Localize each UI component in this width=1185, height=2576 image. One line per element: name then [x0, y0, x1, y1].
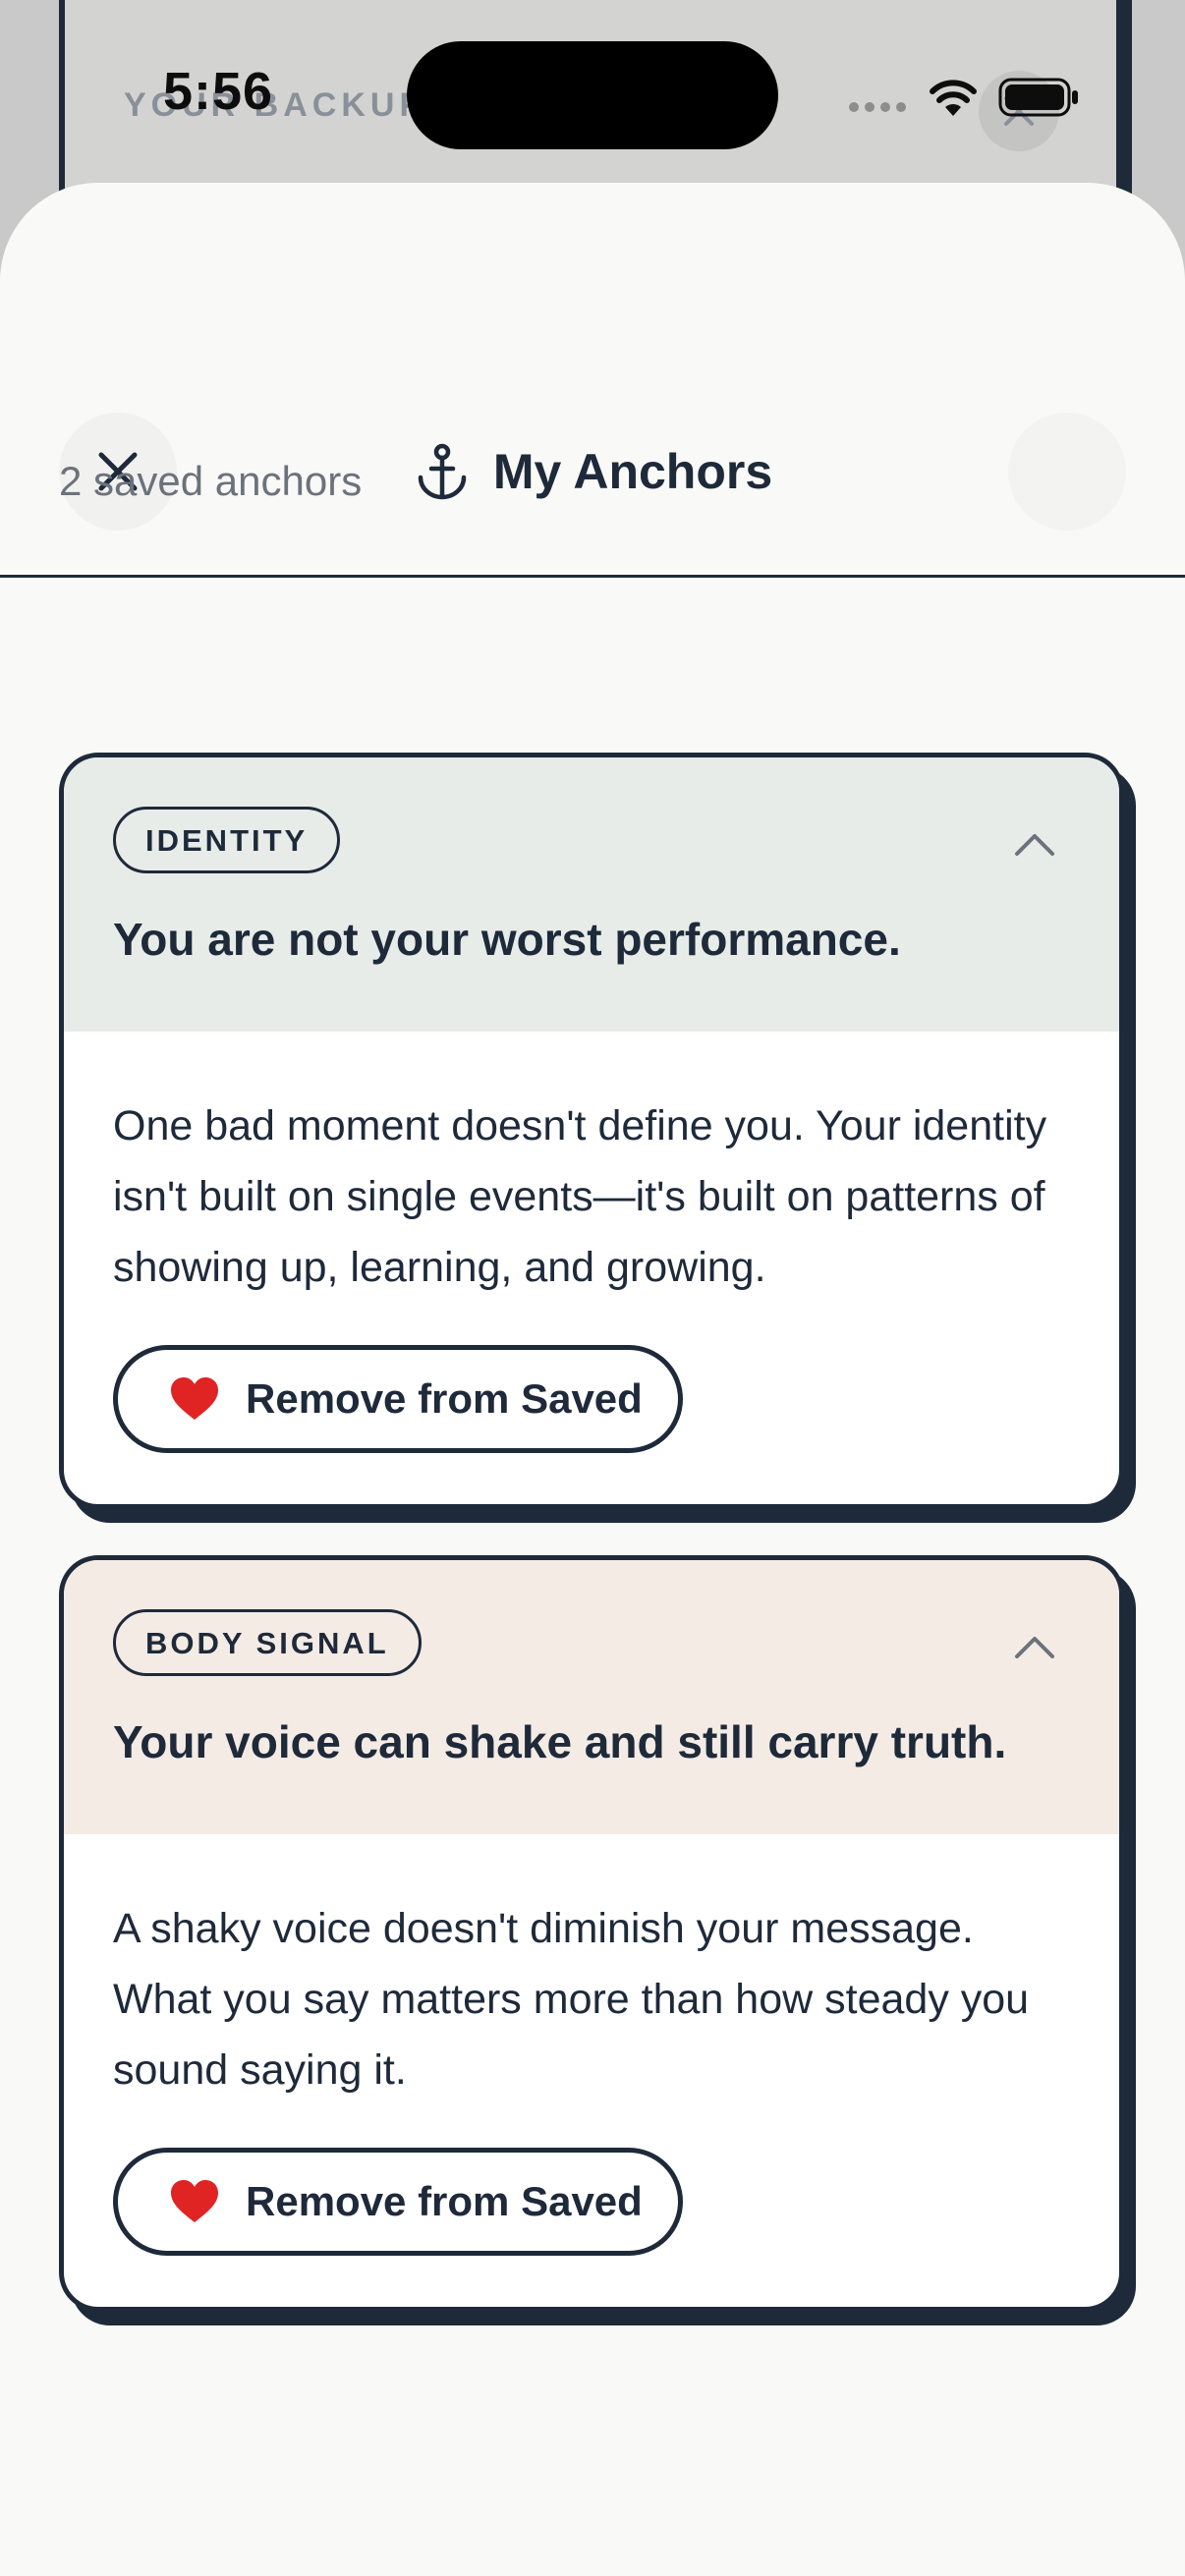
- battery-icon: [998, 78, 1078, 117]
- anchor-body: One bad moment doesn't define you. Your …: [113, 1102, 1047, 1291]
- chevron-up-icon: [1015, 1637, 1054, 1658]
- remove-from-saved-label: Remove from Saved: [246, 1375, 643, 1422]
- header-action-placeholder: [1008, 413, 1126, 531]
- heart-icon: [171, 1377, 218, 1420]
- dynamic-island: [407, 41, 778, 149]
- anchor-category-tag: IDENTITY: [113, 807, 341, 873]
- remove-from-saved-label: Remove from Saved: [246, 2178, 643, 2224]
- anchor-category-tag: BODY SIGNAL: [113, 1609, 422, 1676]
- anchor-title: You are not your worst performance.: [113, 914, 901, 965]
- cellular-signal-icon: [849, 102, 906, 112]
- anchor-card: IDENTITY You are not your worst performa…: [59, 753, 1124, 1509]
- saved-count: 2 saved anchors: [59, 458, 363, 504]
- anchor-title: Your voice can shake and still carry tru…: [113, 1716, 1007, 1767]
- sheet-header: My Anchors: [0, 183, 1185, 578]
- collapse-button[interactable]: [1005, 1627, 1064, 1666]
- chevron-up-icon: [1015, 834, 1054, 856]
- anchor-card: BODY SIGNAL Your voice can shake and sti…: [59, 1555, 1124, 2312]
- anchor-icon: [418, 443, 467, 500]
- collapse-button[interactable]: [1005, 824, 1064, 864]
- page-title: My Anchors: [492, 444, 773, 499]
- remove-from-saved-button[interactable]: Remove from Saved: [113, 2148, 683, 2256]
- remove-from-saved-button[interactable]: Remove from Saved: [113, 1345, 683, 1453]
- wifi-icon: [930, 80, 977, 116]
- anchor-body: A shaky voice doesn't diminish your mess…: [113, 1905, 1030, 2094]
- heart-icon: [171, 2180, 218, 2222]
- anchor-card-header[interactable]: BODY SIGNAL Your voice can shake and sti…: [64, 1560, 1119, 1834]
- anchor-card-header[interactable]: IDENTITY You are not your worst performa…: [64, 757, 1119, 1032]
- status-time: 5:56: [163, 62, 274, 121]
